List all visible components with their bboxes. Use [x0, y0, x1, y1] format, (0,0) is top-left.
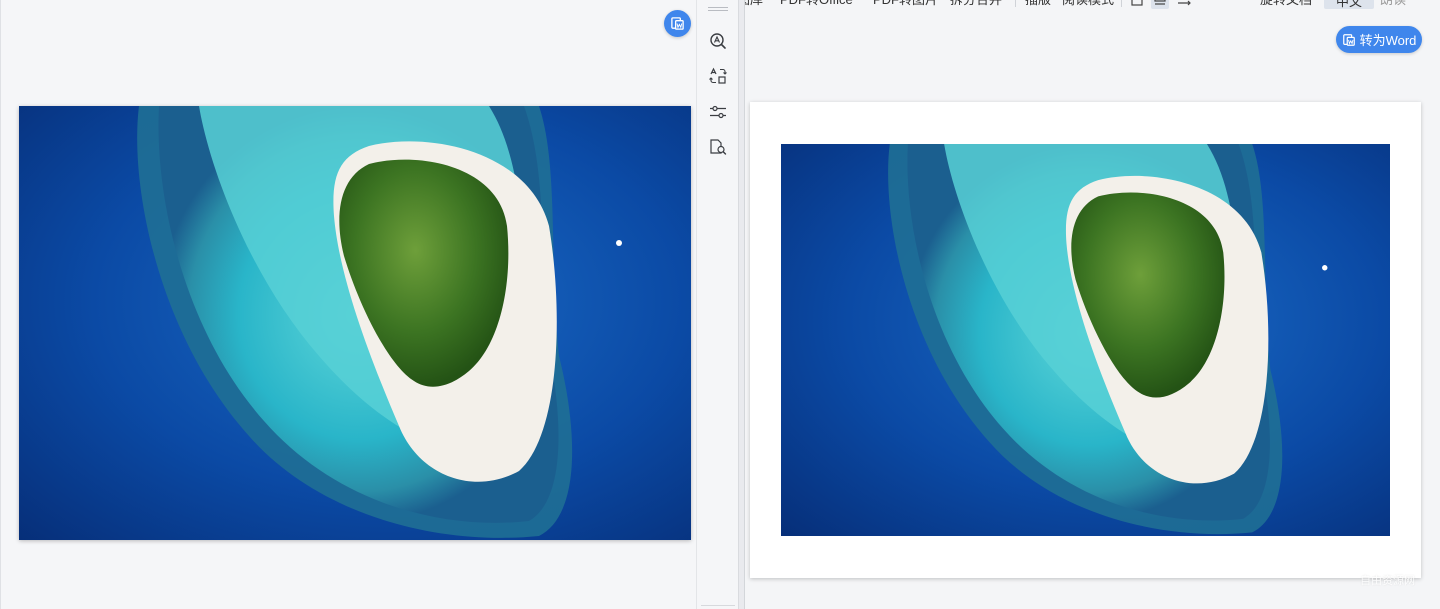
- toolbar-separator: [1121, 0, 1122, 7]
- original-document-pane[interactable]: [0, 0, 696, 609]
- fit-width-icon: [1178, 0, 1191, 6]
- document-search-icon: [710, 139, 727, 155]
- watermark-text: 自由资源网: [1360, 575, 1415, 587]
- toolbar-item-gallery[interactable]: 图库: [745, 0, 763, 9]
- convert-to-word-fab[interactable]: [664, 10, 691, 37]
- adjust-icon: [710, 105, 726, 119]
- island-aerial-photo: [781, 144, 1390, 536]
- adjust-button[interactable]: [706, 100, 730, 124]
- document-search-button[interactable]: [706, 135, 730, 159]
- search-text-button[interactable]: [706, 29, 730, 53]
- converted-page: [750, 102, 1421, 578]
- converted-preview-pane[interactable]: 图库 PDF转Office PDF转图片 拆分合并 插版 阅读模式: [745, 0, 1440, 609]
- fit-width-button[interactable]: [1175, 0, 1193, 9]
- expand-button[interactable]: [1210, 0, 1228, 9]
- word-convert-icon: [1342, 33, 1355, 46]
- app-window: 图库 PDF转Office PDF转图片 拆分合并 插版 阅读模式: [0, 0, 1440, 609]
- toolbar-item-split-merge[interactable]: 拆分合并: [950, 0, 1002, 9]
- toolbar-item-read-mode[interactable]: 阅读模式: [1062, 0, 1114, 9]
- toolbar-item-read-aloud[interactable]: 朗读: [1380, 0, 1406, 9]
- converted-page-image: [781, 144, 1390, 536]
- word-convert-icon: [671, 17, 684, 30]
- toolbar-divider: [701, 605, 735, 606]
- original-page-image: [19, 106, 691, 540]
- convert-to-word-label: 转为Word: [1359, 33, 1417, 48]
- toolbar-item-insert-page[interactable]: 插版: [1025, 0, 1051, 9]
- toolbar-item-pdf-to-office[interactable]: PDF转Office: [780, 0, 853, 9]
- translate-button[interactable]: [706, 64, 730, 88]
- continuous-view-button[interactable]: [1151, 0, 1169, 9]
- expand-icon: [1212, 0, 1226, 7]
- toolbar-item-rotate[interactable]: 旋转文档: [1260, 0, 1312, 9]
- single-page-view-button[interactable]: [1128, 0, 1146, 9]
- search-text-icon: [710, 33, 726, 49]
- continuous-page-icon: [1154, 0, 1166, 5]
- single-page-icon: [1131, 0, 1143, 6]
- island-aerial-photo: [19, 106, 691, 540]
- toolbar-item-pdf-to-image[interactable]: PDF转图片: [873, 0, 938, 9]
- language-toggle-chinese[interactable]: 中文: [1324, 0, 1374, 9]
- toolbar-separator: [1015, 0, 1016, 7]
- drag-grip[interactable]: [708, 7, 728, 8]
- translate-icon: [709, 67, 727, 84]
- convert-to-word-button[interactable]: 转为Word: [1336, 26, 1422, 53]
- vertical-tool-strip: [696, 0, 739, 609]
- top-toolbar: 图库 PDF转Office PDF转图片 拆分合并 插版 阅读模式: [745, 0, 1440, 9]
- language-label: 中文: [1335, 0, 1362, 9]
